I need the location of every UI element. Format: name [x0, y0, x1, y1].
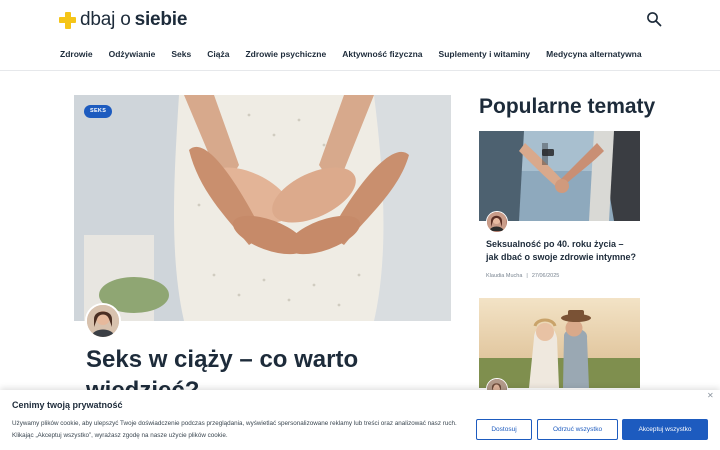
search-icon[interactable] [646, 11, 662, 27]
nav-item-ciaza[interactable]: Ciąża [207, 49, 229, 59]
main-nav: Zdrowie Odżywianie Seks Ciąża Zdrowie ps… [60, 49, 642, 59]
cookie-description: Używamy plików cookie, aby ulepszyć Twoj… [12, 420, 457, 439]
site-header: dbaj o siebie Zdrowie Odżywianie Seks Ci… [0, 0, 720, 71]
nav-item-zdrowie-psychiczne[interactable]: Zdrowie psychiczne [245, 49, 326, 59]
author-avatar[interactable] [486, 211, 508, 233]
nav-item-aktywnosc-fizyczna[interactable]: Aktywność fizyczna [342, 49, 422, 59]
popular-article-image[interactable] [479, 131, 640, 221]
cookie-title: Cenimy twoją prywatność [12, 400, 123, 410]
hero-image[interactable] [74, 95, 451, 321]
meta-separator: | [526, 273, 528, 279]
nav-item-seks[interactable]: Seks [171, 49, 191, 59]
category-badge[interactable]: SEKS [84, 105, 113, 118]
nav-item-medycyna-alternatywna[interactable]: Medycyna alternatywna [546, 49, 641, 59]
popular-topics-heading: Popularne tematy [479, 95, 656, 118]
popular-article-title[interactable]: Seksualność po 40. roku życia – jak dbać… [486, 238, 638, 263]
accept-all-button[interactable]: Akceptuj wszystko [622, 419, 708, 440]
publish-date: 27/06/2025 [531, 273, 560, 279]
reject-all-button[interactable]: Odrzuć wszystko [537, 419, 618, 440]
nav-item-zdrowie[interactable]: Zdrowie [60, 49, 93, 59]
close-icon[interactable]: ✕ [707, 391, 714, 400]
logo-text-bold: siebie [134, 9, 188, 30]
cookie-consent-banner: Cenimy twoją prywatność Używamy plików c… [0, 390, 720, 450]
nav-item-odzywianie[interactable]: Odżywianie [109, 49, 156, 59]
plus-icon [59, 11, 76, 29]
logo-text-light: dbaj o [80, 9, 131, 30]
customize-button[interactable]: Dostosuj [476, 419, 532, 440]
popular-article-image[interactable] [479, 298, 640, 388]
nav-item-suplementy[interactable]: Suplementy i witaminy [439, 49, 531, 59]
author-name[interactable]: Klaudia Mucha [486, 273, 522, 279]
author-avatar[interactable] [85, 303, 121, 339]
article-meta: Klaudia Mucha | 27/06/2025 [486, 273, 559, 279]
site-logo[interactable]: dbaj o siebie [59, 9, 187, 31]
